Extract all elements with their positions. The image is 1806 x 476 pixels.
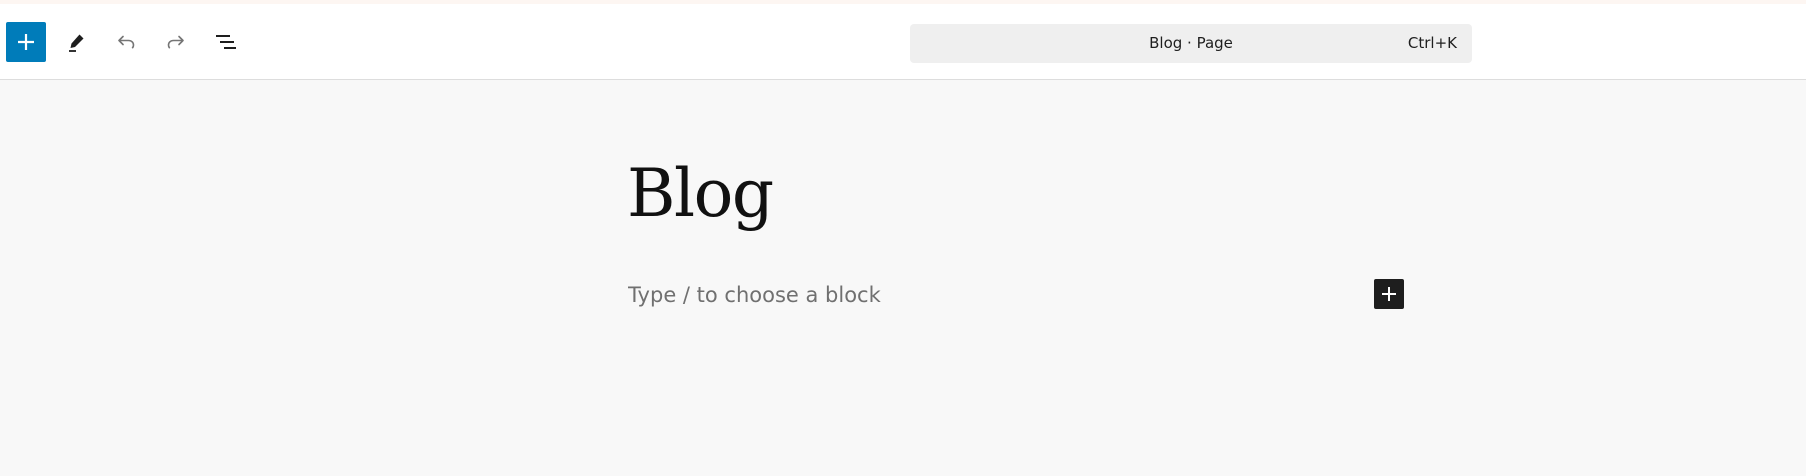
add-block-button[interactable]	[1374, 279, 1404, 309]
document-overview-button[interactable]	[206, 22, 246, 62]
block-inserter-button[interactable]	[6, 22, 46, 62]
redo-icon	[164, 30, 188, 54]
document-title: Blog · Page	[1149, 34, 1233, 52]
redo-button[interactable]	[156, 22, 196, 62]
post-title[interactable]: Blog	[627, 152, 774, 236]
undo-icon	[114, 30, 138, 54]
command-palette-shortcut: Ctrl+K	[1407, 34, 1457, 52]
editor-header-toolbar: Blog · Page Ctrl+K	[0, 4, 1806, 80]
plus-icon	[1380, 285, 1398, 303]
list-view-icon	[213, 30, 239, 54]
document-command-bar[interactable]: Blog · Page Ctrl+K	[910, 24, 1472, 63]
undo-button[interactable]	[106, 22, 146, 62]
pencil-icon	[64, 30, 88, 54]
default-block-appender[interactable]	[628, 278, 1108, 312]
plus-icon	[15, 31, 37, 53]
tools-button[interactable]	[56, 22, 96, 62]
